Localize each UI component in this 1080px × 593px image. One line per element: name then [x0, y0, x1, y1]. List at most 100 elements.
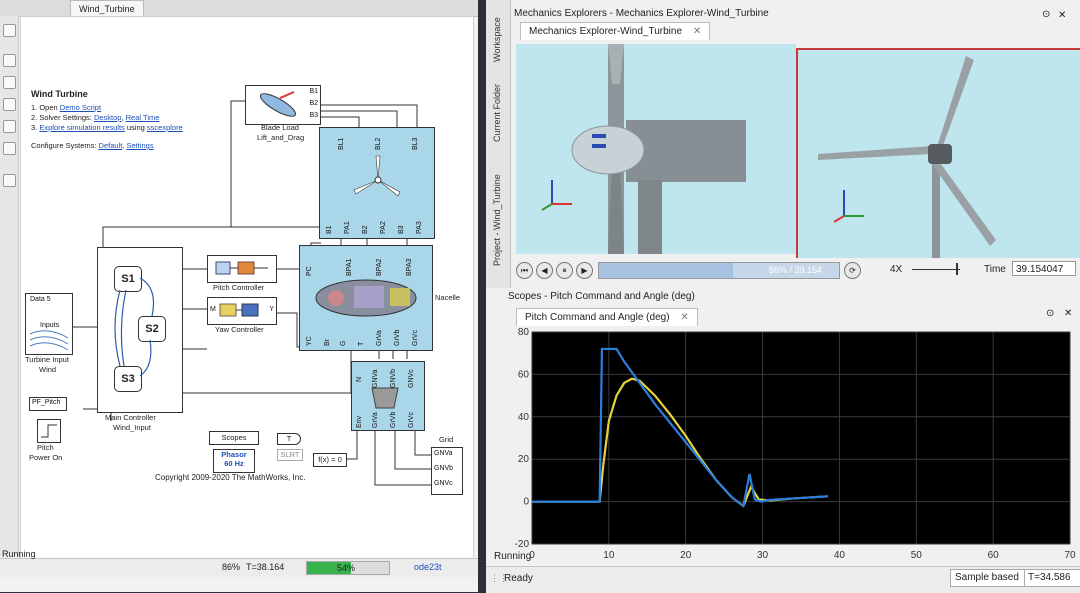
grid-port: GNVb	[434, 465, 454, 472]
yaw-controller-block[interactable]: M Y	[207, 297, 277, 325]
mechanics-explorer-window: Workspace Current Folder Project - Wind_…	[486, 0, 1080, 288]
viewport-front[interactable]	[796, 48, 1080, 264]
scope-close-icon[interactable]: ✕	[1064, 308, 1072, 319]
close-icon[interactable]: ✕	[1058, 10, 1066, 21]
port-b1: B1	[326, 225, 333, 234]
sim-progress-bar: 54%	[306, 561, 390, 575]
generator-block[interactable]: N GNVa GNVb GNVc Env GrVa GrVb GrVc	[351, 361, 425, 431]
port-bpa2: BPA2	[376, 258, 383, 276]
fit-view-icon[interactable]	[3, 76, 16, 89]
main-controller-block[interactable]: S1 S2 S3	[97, 247, 183, 413]
scope-plot[interactable]: 0 10 20 30 40 50 60 70 -20 0 20 40 60 80	[512, 327, 1080, 573]
signal-icon	[29, 330, 69, 351]
pause-button[interactable]: ⏸	[556, 262, 573, 279]
goto-slrt-block[interactable]: SLRT	[277, 449, 303, 461]
playback-slider[interactable]: 56% / 39.154	[598, 262, 840, 279]
mechanics-tab-label: Mechanics Explorer-Wind_Turbine	[529, 26, 683, 37]
speed-handle[interactable]	[956, 263, 958, 275]
phasor-label: Phasor	[221, 450, 247, 459]
playback-text: 56% / 39.154	[769, 265, 823, 275]
port-gnva: GNVa	[372, 369, 379, 388]
port-label: B3	[309, 112, 318, 119]
blade-load-block[interactable]: B1 B2 B3	[245, 85, 321, 125]
grid-block[interactable]: GNVa GNVb GNVc	[431, 447, 463, 495]
model-canvas[interactable]: Wind Turbine 1. Open Demo Script 2. Solv…	[20, 16, 474, 560]
simulink-window: Wind_Turbine Wind Turbine 1. Open Demo S…	[0, 0, 478, 592]
port-b3: B3	[398, 225, 405, 234]
annotation-icon[interactable]	[3, 120, 16, 133]
port-env: Env	[356, 415, 363, 428]
model-tab[interactable]: Wind_Turbine	[70, 0, 144, 17]
pf-pitch-block[interactable]: PF_Pitch	[29, 397, 67, 411]
hide-show-icon[interactable]	[3, 24, 16, 37]
port-pa3: PA3	[416, 221, 423, 234]
rotor-block[interactable]: BL1 BL2 BL3 B1 PA1 B2 PA2 B3 PA3	[319, 127, 435, 239]
y-tick-label: 40	[518, 412, 530, 423]
play-button[interactable]: ▶	[576, 262, 593, 279]
progress-text: 54%	[337, 563, 356, 573]
solver-config-block[interactable]: f(x) = 0	[313, 453, 347, 467]
step-back-button[interactable]: ◀	[536, 262, 553, 279]
time-field[interactable]: 39.154047	[1012, 261, 1076, 276]
main-controller-sublabel: Wind_Input	[113, 423, 151, 432]
port-grva: GrVa	[376, 330, 383, 346]
yaw-icon	[219, 303, 259, 317]
phasor-hz-label: 60 Hz	[224, 459, 244, 468]
scope-tab-label: Pitch Command and Angle (deg)	[525, 312, 670, 323]
y-tick-label: 20	[518, 454, 530, 465]
grid-port: GNVc	[434, 480, 453, 487]
project-tab[interactable]: Project - Wind_Turbine	[492, 174, 502, 266]
port-grvb: GrVb	[394, 329, 401, 346]
generator-icon	[371, 387, 399, 409]
scopes-block[interactable]: Scopes	[209, 431, 259, 445]
playback-fill	[599, 263, 734, 278]
arrow-icon[interactable]	[3, 98, 16, 111]
rewind-button[interactable]: ⏮	[516, 262, 533, 279]
menu-dropdown-icon[interactable]: ⊙	[1042, 9, 1050, 20]
port-label: B1	[309, 88, 318, 95]
scope-tab-close-icon[interactable]: ✕	[680, 312, 688, 323]
scope-header: Scopes - Pitch Command and Angle (deg)	[486, 288, 1080, 306]
powergui-block[interactable]: Phasor 60 Hz	[213, 449, 255, 473]
copyright: Copyright 2009-2020 The MathWorks, Inc.	[155, 473, 306, 482]
port-gnvb: GNVb	[390, 368, 397, 388]
workspace-tab[interactable]: Workspace	[492, 17, 502, 62]
speed-slider[interactable]	[912, 269, 960, 270]
image-icon[interactable]	[3, 142, 16, 155]
zoom-level: 86%	[222, 562, 241, 572]
state-transitions	[114, 277, 155, 377]
goto-t-block[interactable]: T	[277, 433, 301, 445]
turbine-front-view	[818, 56, 996, 262]
solver-name[interactable]: ode23t	[414, 562, 442, 572]
port-bl2: BL2	[375, 137, 382, 150]
turbine-input-block[interactable]: Data 5 Inputs	[25, 293, 73, 355]
loop-button[interactable]: ⟳	[844, 262, 861, 279]
current-folder-tab[interactable]: Current Folder	[492, 84, 502, 142]
mechanics-tab[interactable]: Mechanics Explorer-Wind_Turbine ✕	[520, 22, 711, 40]
simulink-palette	[0, 16, 19, 556]
pitch-controller-block[interactable]	[207, 255, 277, 283]
turbine-input-sublabel: Wind	[39, 365, 57, 374]
port-b2: B2	[362, 225, 369, 234]
port-yc: YC	[306, 336, 313, 346]
viewport-side[interactable]	[516, 44, 796, 254]
speed-label: 4X	[890, 264, 903, 275]
x-tick-label: 40	[834, 550, 846, 561]
plot-area	[531, 331, 1071, 545]
checkbox-icon[interactable]	[3, 174, 16, 187]
step-block[interactable]	[37, 419, 61, 443]
scope-tab[interactable]: Pitch Command and Angle (deg) ✕	[516, 308, 698, 326]
rotor-icon	[353, 155, 401, 197]
scope-time: T=34.586	[1024, 569, 1080, 587]
scope-window: Scopes - Pitch Command and Angle (deg) ⊙…	[486, 288, 1080, 593]
port-pc: PC	[306, 266, 313, 276]
port-grvb2: GrVb	[390, 411, 397, 428]
zoom-icon[interactable]	[3, 54, 16, 67]
tab-close-icon[interactable]: ✕	[693, 26, 701, 37]
scope-menu-icon[interactable]: ⊙	[1046, 308, 1054, 319]
pitch-chart: 0 10 20 30 40 50 60 70-20020406080	[515, 327, 1076, 561]
turbine-input-label: Turbine Input	[25, 355, 69, 364]
grid-port: GNVa	[434, 450, 453, 457]
nacelle-block[interactable]: PC BPA1 BPA2 BPA3 YC Br G T GrVa GrVb Gr…	[299, 245, 433, 351]
port-pa1: PA1	[344, 221, 351, 234]
